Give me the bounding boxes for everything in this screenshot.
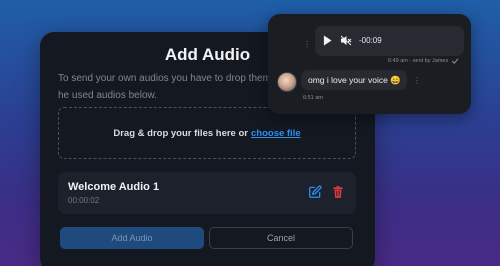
audio-name: Welcome Audio 1: [68, 181, 160, 193]
more-vertical-icon[interactable]: ⋮: [303, 40, 311, 49]
audio-message-meta: 6:49 am - sent by James: [388, 58, 459, 64]
trash-icon[interactable]: [331, 185, 345, 199]
modal-description: To send your own audios you have to drop…: [58, 73, 271, 101]
message-meta-text: 6:49 am - sent by James: [388, 58, 449, 64]
text-message-time: 6:51 am: [303, 95, 323, 101]
volume-mute-icon[interactable]: [340, 35, 352, 46]
avatar: [277, 72, 297, 92]
audio-duration: 00:00:02: [68, 196, 100, 205]
chat-preview: ⋮ -00:09 6:49 am - sent by James omg i l…: [268, 14, 471, 114]
dropzone-text: Drag & drop your files here or: [113, 127, 248, 139]
audio-time: -00:09: [359, 36, 382, 45]
play-icon[interactable]: [323, 35, 332, 46]
file-dropzone[interactable]: Drag & drop your files here or choose fi…: [58, 107, 356, 159]
audio-message: -00:09: [315, 26, 464, 56]
more-vertical-icon[interactable]: ⋮: [413, 76, 421, 85]
check-icon: [451, 58, 459, 64]
edit-icon[interactable]: [308, 185, 322, 199]
text-message: omg i love your voice 😄: [301, 70, 407, 90]
audio-list-item: Welcome Audio 1 00:00:02: [58, 172, 356, 214]
add-audio-button[interactable]: Add Audio: [60, 227, 204, 249]
cancel-button[interactable]: Cancel: [209, 227, 353, 249]
choose-file-link[interactable]: choose file: [251, 128, 301, 139]
